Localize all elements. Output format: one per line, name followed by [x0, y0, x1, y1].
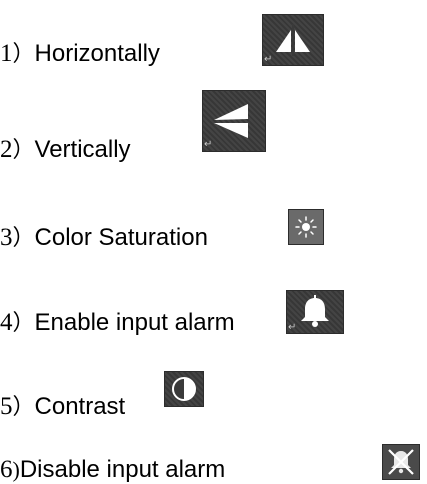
item-paren: ）	[12, 225, 35, 250]
list-item-contrast: 5）Contrast	[0, 393, 125, 421]
item-number: 5	[0, 393, 13, 420]
item-label: Disable input alarm	[19, 456, 226, 483]
flip-horizontal-icon: ↵	[262, 14, 324, 66]
list-item-enable-input-alarm: 4）Enable input alarm	[0, 309, 235, 337]
item-paren: ）	[12, 394, 35, 419]
item-paren: ）	[12, 41, 35, 66]
item-label: Vertically	[34, 136, 131, 163]
item-label: Horizontally	[34, 40, 160, 67]
item-paren: ）	[12, 137, 35, 162]
item-paren: )	[12, 457, 20, 482]
list-item-color-saturation: 3）Color Saturation	[0, 224, 208, 252]
item-number: 1	[0, 40, 13, 67]
item-label: Enable input alarm	[34, 309, 235, 336]
item-paren: ）	[12, 310, 35, 335]
flip-vertical-icon: ↵	[202, 90, 266, 152]
list-item-horizontally: 1）Horizontally	[0, 40, 160, 68]
item-number: 6	[0, 456, 13, 483]
list-item-disable-input-alarm: 6)Disable input alarm	[0, 456, 225, 484]
item-number: 4	[0, 309, 13, 336]
list-item-vertically: 2）Vertically	[0, 136, 131, 164]
saturation-sun-icon	[288, 209, 324, 245]
alarm-bell-icon: ↵	[286, 290, 344, 334]
item-label: Color Saturation	[34, 224, 208, 251]
item-number: 3	[0, 224, 13, 251]
alarm-disabled-icon	[382, 444, 420, 480]
item-number: 2	[0, 136, 13, 163]
contrast-icon	[164, 371, 204, 407]
item-label: Contrast	[34, 393, 126, 420]
